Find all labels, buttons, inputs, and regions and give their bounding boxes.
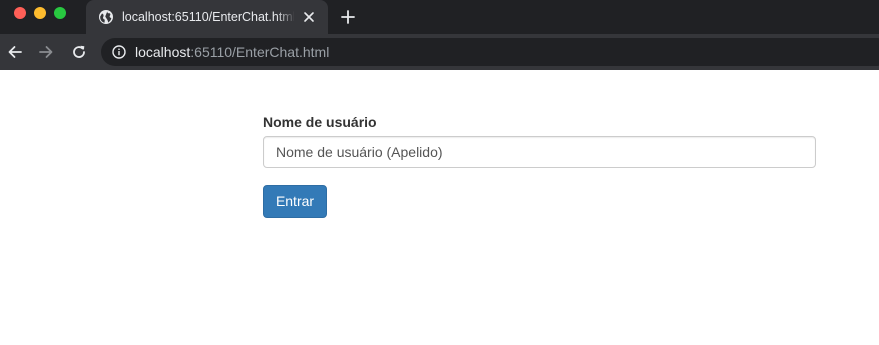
address-bar[interactable]: localhost:65110/EnterChat.html [101, 38, 879, 66]
new-tab-button[interactable] [340, 9, 356, 25]
globe-icon [98, 9, 114, 25]
address-url: localhost:65110/EnterChat.html [135, 44, 329, 60]
url-path: :65110/EnterChat.html [190, 44, 330, 60]
close-icon[interactable] [302, 10, 316, 24]
back-button[interactable] [7, 44, 23, 60]
url-host: localhost [135, 44, 191, 60]
enter-button[interactable]: Entrar [263, 185, 327, 218]
window-close-button[interactable] [14, 7, 26, 19]
page-content: Nome de usuário Entrar [0, 70, 879, 345]
info-icon[interactable] [112, 45, 126, 59]
window-maximize-button[interactable] [54, 7, 66, 19]
browser-window: localhost:65110/EnterChat.html localhost… [0, 0, 879, 345]
browser-tab[interactable]: localhost:65110/EnterChat.html [86, 0, 328, 34]
forward-button[interactable] [38, 44, 54, 60]
tab-strip: localhost:65110/EnterChat.html [0, 0, 879, 34]
window-minimize-button[interactable] [34, 7, 46, 19]
reload-button[interactable] [71, 44, 87, 60]
username-label: Nome de usuário [263, 114, 377, 130]
tab-title: localhost:65110/EnterChat.html [122, 10, 294, 24]
username-input[interactable] [263, 136, 816, 168]
browser-toolbar: localhost:65110/EnterChat.html [0, 34, 879, 70]
